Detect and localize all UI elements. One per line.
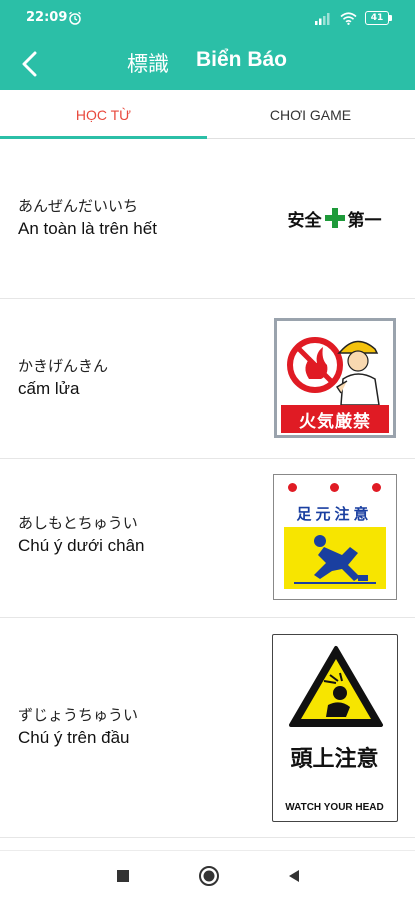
sign-image-safety-first: 安全 第一: [272, 200, 397, 236]
kana-text: かきげんきん: [18, 357, 109, 375]
tab-bar: HỌC TỪ CHƠI GAME: [0, 90, 415, 140]
triangle-back-icon: [289, 870, 299, 882]
meaning-text: An toàn là trên hết: [18, 219, 157, 238]
home-button[interactable]: [196, 863, 222, 889]
battery-level: 41: [370, 13, 384, 23]
tab-divider: [207, 138, 415, 139]
kana-text: ずじょうちゅうい: [18, 706, 139, 724]
back-nav-button[interactable]: [281, 863, 307, 889]
sign-text: 火気厳禁: [299, 411, 371, 432]
tripping-person-icon: [294, 535, 376, 584]
back-arrow-icon: [22, 51, 37, 77]
list-item[interactable]: ずじょうちゅうい Chú ý trên đầu 頭上注意 WATCH YOUR …: [0, 618, 415, 838]
list-item[interactable]: かきげんきん cấm lửa 火気厳禁: [0, 299, 415, 459]
app-bar: 標識 Biển Báo: [0, 40, 415, 90]
system-nav-bar: [0, 850, 415, 900]
list-item[interactable]: あんぜんだいいち An toàn là trên hết 安全 第一: [0, 140, 415, 299]
battery-icon: 41: [365, 11, 393, 25]
sign-subtext: WATCH YOUR HEAD: [285, 802, 384, 813]
meaning-text: Chú ý dưới chân: [18, 536, 145, 555]
alarm-icon: [69, 11, 81, 25]
meaning-text: Chú ý trên đầu: [18, 728, 130, 747]
warning-triangle-icon: [289, 646, 383, 727]
tab-learn[interactable]: HỌC TỪ: [0, 90, 207, 140]
recents-button[interactable]: [110, 863, 136, 889]
tab-game[interactable]: CHƠI GAME: [207, 90, 414, 140]
sign-text: 頭上注意: [290, 747, 379, 772]
list-item[interactable]: あしもとちゅうい Chú ý dưới chân 足元注意: [0, 459, 415, 618]
square-icon: [117, 870, 129, 882]
red-dot-icon: [288, 483, 297, 492]
circle-icon: [199, 866, 219, 886]
status-time: 22:09: [26, 10, 68, 25]
active-tab-indicator: [0, 136, 207, 139]
sign-image-watch-your-head: 頭上注意 WATCH YOUR HEAD: [272, 634, 398, 822]
back-button[interactable]: [12, 46, 48, 82]
sign-text: 安全: [287, 210, 322, 231]
page-title-japanese: 標識: [127, 52, 169, 76]
sign-image-no-fire: 火気厳禁: [274, 318, 396, 438]
status-bar: 22:09 41: [0, 0, 415, 40]
sign-image-watch-your-step: 足元注意: [273, 474, 397, 600]
meaning-text: cấm lửa: [18, 379, 80, 398]
page-title-vietnamese: Biển Báo: [196, 48, 288, 71]
wifi-icon: [340, 11, 357, 25]
kana-text: あんぜんだいいち: [18, 197, 139, 215]
red-dot-icon: [372, 483, 381, 492]
sign-text: 第一: [347, 210, 382, 231]
signal-icon: [315, 12, 330, 25]
red-dot-icon: [330, 483, 339, 492]
sign-text: 足元注意: [296, 505, 373, 523]
green-cross-icon: [324, 208, 345, 228]
no-fire-worker-icon: [287, 337, 380, 405]
kana-text: あしもとちゅうい: [18, 514, 138, 532]
